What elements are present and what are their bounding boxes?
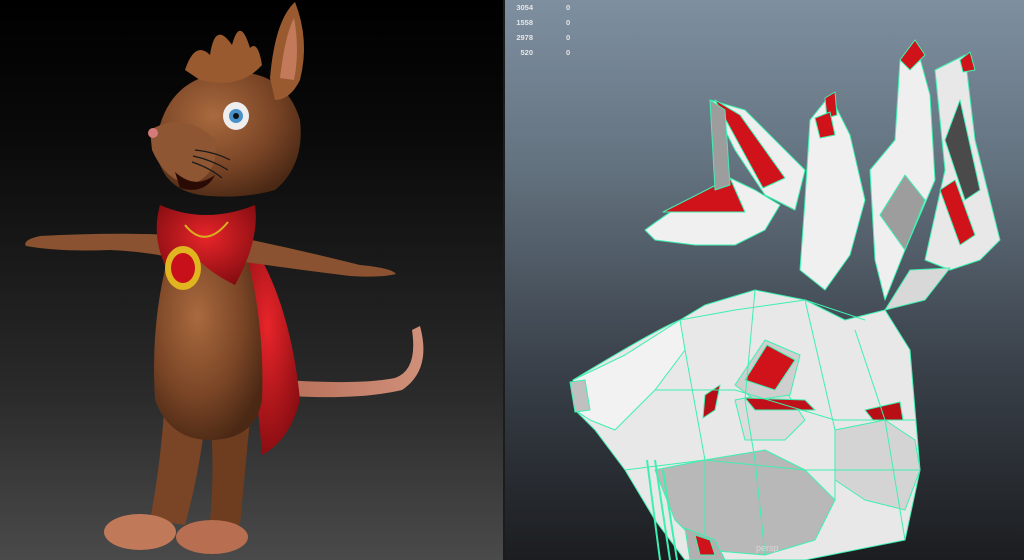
- hud-value: 3054: [516, 3, 533, 12]
- hud-value: 520: [520, 48, 533, 57]
- screenshot: 3054 0 1558 0 2978 0 520 0 persp: [0, 0, 1024, 560]
- hud-row: 520 0: [505, 48, 595, 63]
- hud-value: 0: [566, 33, 571, 42]
- right-foot: [176, 520, 248, 554]
- hud-value: 2978: [516, 33, 533, 42]
- hud-row: 2978 0: [505, 33, 595, 48]
- left-foot: [104, 514, 176, 550]
- wireframe-mesh: [569, 39, 1001, 560]
- mesh-face: [959, 51, 976, 73]
- render-viewport[interactable]: [0, 0, 503, 560]
- poly-count-hud: 3054 0 1558 0 2978 0 520 0: [505, 3, 595, 63]
- hud-value: 1558: [516, 18, 533, 27]
- nose: [148, 128, 158, 138]
- tail: [285, 326, 424, 398]
- mesh-face: [869, 39, 936, 301]
- hud-row: 1558 0: [505, 18, 595, 33]
- hud-value: 0: [566, 3, 571, 12]
- hud-value: 0: [566, 48, 571, 57]
- mesh-face: [662, 177, 746, 213]
- rendered-character: [25, 2, 424, 554]
- left-arm: [25, 233, 175, 258]
- modeling-viewport[interactable]: 3054 0 1558 0 2978 0 520 0 persp: [505, 0, 1024, 560]
- hud-value: 0: [566, 18, 571, 27]
- camera-label: persp: [756, 543, 779, 553]
- hud-row: 3054 0: [505, 3, 595, 18]
